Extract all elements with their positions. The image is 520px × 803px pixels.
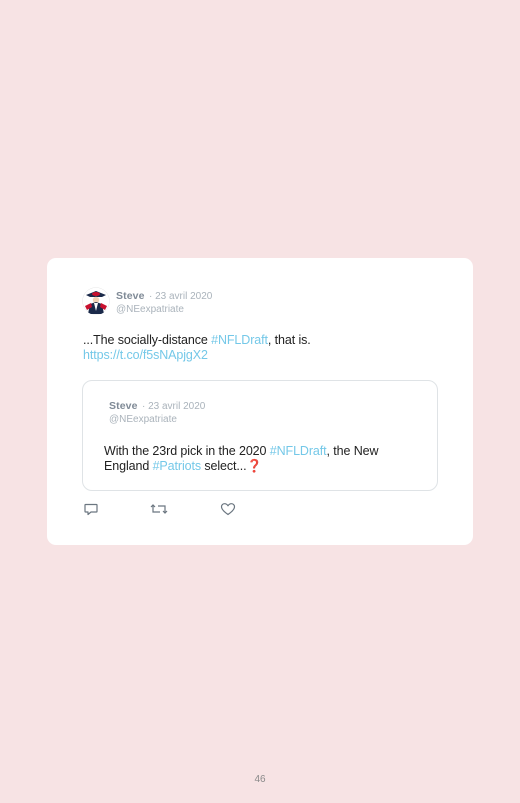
patriot-logo-icon [82,287,110,315]
tweet-header: Steve · 23 avril 2020 @NEexpatriate [116,288,212,316]
like-icon[interactable] [220,501,236,517]
quoted-tweet[interactable]: Steve · 23 avril 2020 @NEexpatriate With… [82,380,438,491]
question-mark-emoji: ❓ [246,459,263,473]
quoted-tweet-header: Steve · 23 avril 2020 @NEexpatriate [109,398,205,426]
tweet-text: ...The socially-distance #NFLDraft, that… [83,333,453,363]
tweet-date[interactable]: · 23 avril 2020 [149,291,212,302]
hashtag-link[interactable]: #NFLDraft [270,444,327,458]
tweet-text-part: ...The socially-distance [83,333,212,347]
retweet-icon[interactable] [150,501,168,517]
tweet-url-link[interactable]: https://t.co/f5sNApjgX2 [83,348,208,362]
page-number: 46 [254,774,266,785]
quoted-tweet-date[interactable]: · 23 avril 2020 [142,401,205,412]
hashtag-link[interactable]: #NFLDraft [211,333,268,347]
avatar[interactable] [82,287,110,315]
tweet-card: Steve · 23 avril 2020 @NEexpatriate ...T… [47,258,473,545]
tweet-text-part: , that is. [267,333,311,347]
quoted-tweet-text: With the 23rd pick in the 2020 #NFLDraft… [104,444,424,474]
author-handle[interactable]: @NEexpatriate [116,303,212,316]
reply-icon[interactable] [83,501,99,517]
author-name[interactable]: Steve [116,290,145,302]
page: Steve · 23 avril 2020 @NEexpatriate ...T… [0,0,520,803]
quoted-author-handle[interactable]: @NEexpatriate [109,413,205,426]
quoted-text-part: With the 23rd pick in the 2020 [104,444,270,458]
quoted-text-part: select... [201,459,247,473]
hashtag-link[interactable]: #Patriots [153,459,202,473]
quoted-author-name[interactable]: Steve [109,400,138,412]
